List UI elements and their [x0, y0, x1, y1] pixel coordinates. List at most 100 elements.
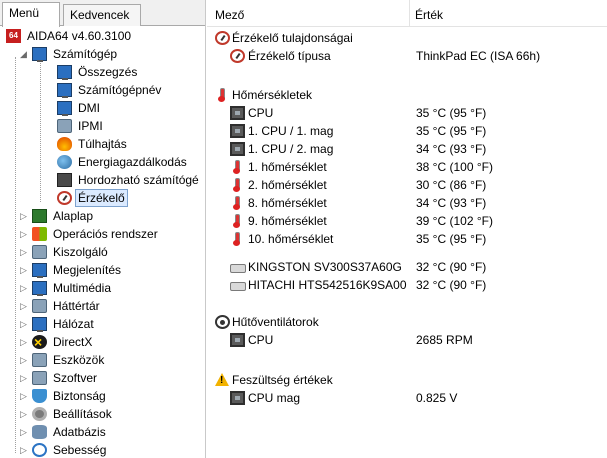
- tree-item-label: Érzékelő: [75, 189, 128, 207]
- expand-arrow-icon[interactable]: ▷: [20, 315, 30, 333]
- section-title: Hőmérsékletek: [232, 88, 313, 102]
- table-row[interactable]: KINGSTON SV300S37A60G 32 °C (90 °F): [207, 258, 607, 276]
- table-row[interactable]: 2. hőmérséklet 30 °C (86 °F): [207, 176, 607, 194]
- row-field: 10. hőmérséklet: [248, 232, 334, 246]
- tree-item-label: Adatbázis: [53, 425, 106, 439]
- row-value: 39 °C (102 °F): [416, 214, 493, 228]
- expand-arrow-icon[interactable]: ▷: [20, 261, 30, 279]
- tree-item-label: Hálózat: [53, 317, 94, 331]
- table-row[interactable]: HITACHI HTS542516K9SA00 32 °C (90 °F): [207, 276, 607, 294]
- row-field: CPU: [248, 333, 274, 347]
- expand-arrow-icon[interactable]: ▷: [20, 405, 30, 423]
- section-title: Feszültség értékek: [232, 373, 333, 387]
- expand-arrow-icon[interactable]: ▷: [20, 225, 30, 243]
- tree-item-label: Sebesség: [53, 443, 107, 457]
- tree-item-label: Eszközök: [53, 353, 105, 367]
- tab-menu[interactable]: Menü: [2, 2, 60, 27]
- tree-item-label: Túlhajtás: [78, 137, 127, 151]
- row-value: 35 °C (95 °F): [416, 232, 487, 246]
- table-row[interactable]: 10. hőmérséklet 35 °C (95 °F): [207, 230, 607, 248]
- tree-item-label: Multimédia: [53, 281, 112, 295]
- tree-item-label: Számítógépnév: [78, 83, 162, 97]
- fan-icon: [215, 315, 230, 329]
- hard-drive-icon: [230, 260, 246, 274]
- expand-arrow-icon[interactable]: ▷: [20, 279, 30, 297]
- tree-guide-line: [40, 57, 41, 202]
- expand-arrow-icon[interactable]: ▷: [20, 207, 30, 225]
- motherboard-icon: [32, 209, 47, 223]
- thermometer-icon: [230, 196, 245, 210]
- tree-item-label: Szoftver: [53, 371, 98, 385]
- row-value: 2685 RPM: [416, 333, 473, 347]
- table-row[interactable]: CPU 2685 RPM: [207, 331, 607, 349]
- section-title: Hűtőventilátorok: [232, 315, 319, 329]
- table-row[interactable]: CPU 35 °C (95 °F): [207, 104, 607, 122]
- cpu-chip-icon: [230, 106, 245, 120]
- gear-icon: [32, 407, 47, 421]
- expand-arrow-icon[interactable]: ▷: [20, 387, 30, 405]
- table-row[interactable]: 9. hőmérséklet 39 °C (102 °F): [207, 212, 607, 230]
- expand-arrow-icon[interactable]: ▷: [20, 333, 30, 351]
- details-pane: Mező Érték Érzékelő tulajdonságai Érzéke…: [207, 0, 607, 458]
- tree-item-label: Kiszolgáló: [53, 245, 108, 259]
- tree-item-label: DMI: [78, 101, 100, 115]
- expand-arrow-icon[interactable]: ▷: [20, 441, 30, 458]
- section-cooling-fans: Hűtőventilátorok: [207, 313, 607, 331]
- expand-arrow-icon[interactable]: ▷: [20, 243, 30, 261]
- tree-item-label: Megjelenítés: [53, 263, 122, 277]
- row-value: 30 °C (86 °F): [416, 178, 487, 192]
- summary-icon: [57, 65, 72, 80]
- tree-item-label: Beállítások: [53, 407, 112, 421]
- row-field: 1. CPU / 1. mag: [248, 124, 334, 138]
- section-title: Érzékelő tulajdonságai: [232, 31, 353, 45]
- section-sensor-properties: Érzékelő tulajdonságai: [207, 29, 607, 47]
- flame-icon: [57, 137, 72, 151]
- cpu-chip-icon: [230, 333, 245, 347]
- directx-icon: [32, 333, 47, 351]
- tree-item-label: Háttértár: [53, 299, 100, 313]
- table-row[interactable]: 1. CPU / 2. mag 34 °C (93 °F): [207, 140, 607, 158]
- row-field: 1. CPU / 2. mag: [248, 142, 334, 156]
- row-field: CPU: [248, 106, 274, 120]
- expand-arrow-icon[interactable]: ▷: [20, 423, 30, 441]
- row-field: 1. hőmérséklet: [248, 160, 327, 174]
- table-row[interactable]: 8. hőmérséklet 34 °C (93 °F): [207, 194, 607, 212]
- column-header-value[interactable]: Érték: [415, 8, 443, 22]
- collapse-arrow-icon[interactable]: ◢: [20, 45, 30, 63]
- tab-favorites[interactable]: Kedvencek: [63, 4, 141, 26]
- row-field: HITACHI HTS542516K9SA00: [248, 278, 407, 292]
- row-value: ThinkPad EC (ISA 66h): [416, 49, 541, 63]
- column-header-field[interactable]: Mező: [215, 8, 244, 22]
- power-icon: [57, 155, 72, 169]
- expand-arrow-icon[interactable]: ▷: [20, 297, 30, 315]
- tree-guide-line: [15, 57, 16, 453]
- row-value: 32 °C (90 °F): [416, 278, 487, 292]
- row-value: 35 °C (95 °F): [416, 106, 487, 120]
- tab-bar: Menü Kedvencek: [0, 0, 205, 27]
- software-icon: [32, 371, 47, 385]
- table-row[interactable]: Érzékelő típusa ThinkPad EC (ISA 66h): [207, 47, 607, 65]
- thermometer-icon: [215, 88, 230, 102]
- expand-arrow-icon[interactable]: ▷: [20, 369, 30, 387]
- warning-icon: [215, 373, 230, 387]
- windows-icon: [32, 227, 47, 241]
- computer-name-icon: [57, 83, 72, 98]
- table-row[interactable]: 1. hőmérséklet 38 °C (100 °F): [207, 158, 607, 176]
- row-value: 32 °C (90 °F): [416, 260, 487, 274]
- row-value: 34 °C (93 °F): [416, 142, 487, 156]
- navigation-tree: 64 AIDA64 v4.60.3100 ◢ Számítógép Összeg…: [0, 27, 205, 458]
- table-row[interactable]: CPU mag 0.825 V: [207, 389, 607, 407]
- network-icon: [32, 317, 47, 332]
- tree-item-label: DirectX: [53, 335, 93, 349]
- expand-arrow-icon[interactable]: ▷: [20, 351, 30, 369]
- server-icon: [32, 245, 47, 259]
- tree-item-label: Összegzés: [78, 65, 138, 79]
- section-voltages: Feszültség értékek: [207, 371, 607, 389]
- row-field: CPU mag: [248, 391, 301, 405]
- aida64-icon: 64: [6, 29, 21, 43]
- table-row[interactable]: 1. CPU / 1. mag 35 °C (95 °F): [207, 122, 607, 140]
- row-field: 9. hőmérséklet: [248, 214, 327, 228]
- sensor-gauge-icon: [230, 49, 245, 63]
- column-divider[interactable]: [409, 0, 410, 27]
- display-icon: [32, 263, 47, 278]
